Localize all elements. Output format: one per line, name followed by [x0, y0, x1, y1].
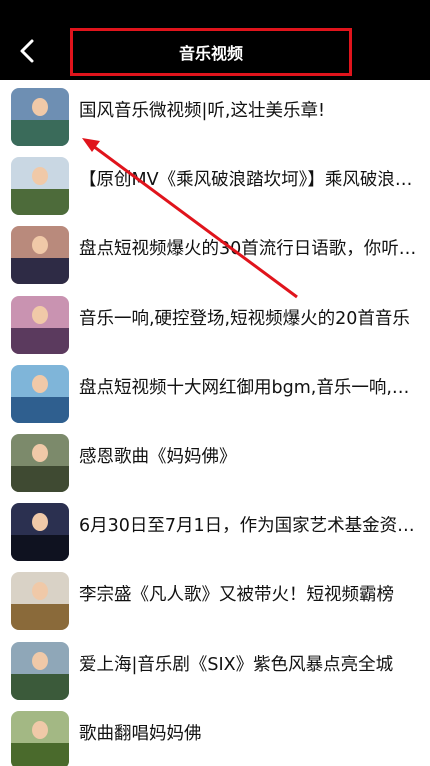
- video-thumbnail: [11, 88, 69, 146]
- list-item[interactable]: 6月30日至7月1日，作为国家艺术基金资助项目: [0, 495, 430, 564]
- video-title: 6月30日至7月1日，作为国家艺术基金资助项目: [79, 516, 419, 537]
- video-thumbnail: [11, 157, 69, 216]
- video-thumbnail: [11, 295, 69, 354]
- list-item[interactable]: 盘点短视频爆火的30首流行日语歌，你听过几首: [0, 218, 430, 287]
- video-title: 音乐一响,硬控登场,短视频爆火的20首音乐: [79, 308, 410, 329]
- top-bar: 音乐视频: [0, 0, 430, 80]
- video-thumbnail: [11, 572, 69, 631]
- list-item[interactable]: 盘点短视频十大网红御用bgm,音乐一响,回忆满满: [0, 357, 430, 426]
- video-list: 国风音乐微视频|听,这壮美乐章! 【原创MV《乘风破浪踏坎坷》】乘风破浪踏坎坷 盘点…: [0, 80, 430, 766]
- video-title: 【原创MV《乘风破浪踏坎坷》】乘风破浪踏坎坷: [79, 170, 419, 191]
- video-title: 盘点短视频爆火的30首流行日语歌，你听过几首: [79, 239, 419, 260]
- video-title: 爱上海|音乐剧《SIX》紫色风暴点亮全城: [79, 654, 394, 675]
- video-thumbnail: [11, 710, 69, 766]
- list-item[interactable]: 【原创MV《乘风破浪踏坎坷》】乘风破浪踏坎坷: [0, 149, 430, 218]
- video-thumbnail: [11, 641, 69, 700]
- title-highlight-box: 音乐视频: [70, 28, 352, 76]
- video-thumbnail: [11, 226, 69, 285]
- list-item[interactable]: 感恩歌曲《妈妈佛》: [0, 426, 430, 495]
- list-item[interactable]: 爱上海|音乐剧《SIX》紫色风暴点亮全城: [0, 634, 430, 703]
- video-title: 感恩歌曲《妈妈佛》: [79, 447, 237, 467]
- page-title: 音乐视频: [178, 44, 243, 63]
- back-button[interactable]: [14, 36, 40, 66]
- video-title: 歌曲翻唱妈妈佛: [79, 723, 202, 744]
- list-item[interactable]: 音乐一响,硬控登场,短视频爆火的20首音乐: [0, 288, 430, 357]
- video-thumbnail: [11, 503, 69, 562]
- list-item[interactable]: 歌曲翻唱妈妈佛: [0, 703, 430, 766]
- list-item[interactable]: 国风音乐微视频|听,这壮美乐章!: [0, 80, 430, 149]
- video-title: 国风音乐微视频|听,这壮美乐章!: [79, 101, 325, 121]
- list-item[interactable]: 李宗盛《凡人歌》又被带火！短视频霸榜: [0, 564, 430, 633]
- video-title: 李宗盛《凡人歌》又被带火！短视频霸榜: [79, 585, 394, 606]
- video-title: 盘点短视频十大网红御用bgm,音乐一响,回忆满满: [79, 377, 419, 398]
- video-thumbnail: [11, 434, 69, 492]
- video-thumbnail: [11, 364, 69, 423]
- chevron-left-icon: [20, 39, 34, 63]
